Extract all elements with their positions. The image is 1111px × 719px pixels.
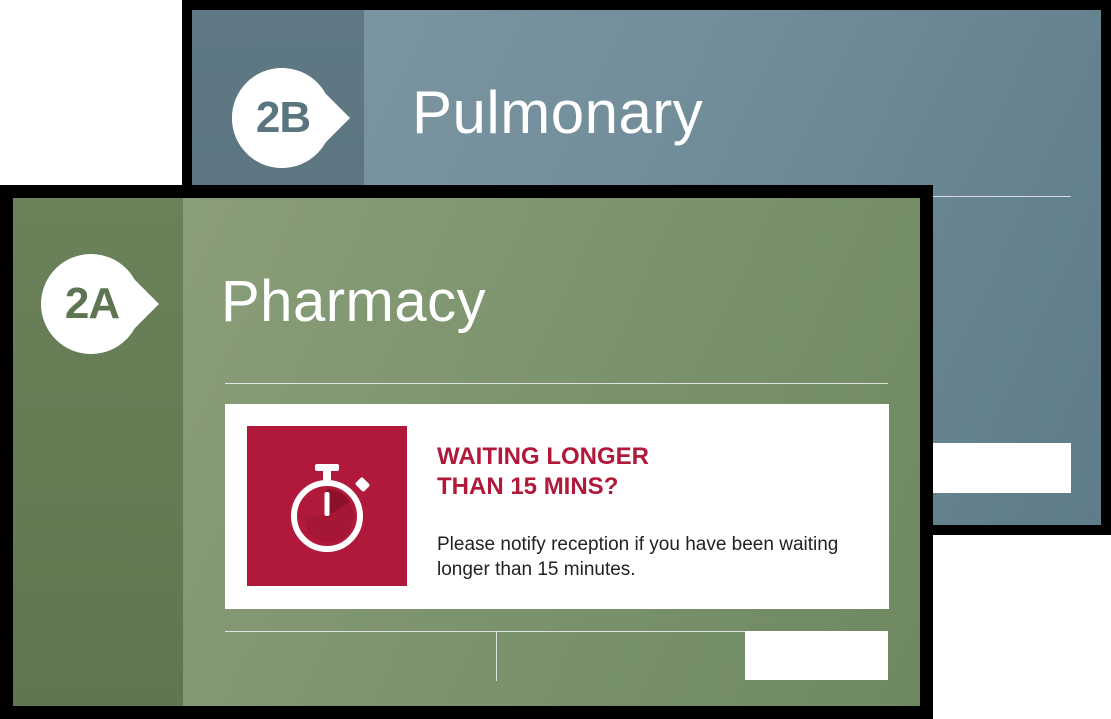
pharmacy-screen-face: 2A Pharmacy WAITING LONGER THAN 15 MINS?… [13,198,920,706]
pharmacy-title: Pharmacy [221,269,487,334]
notice-headline-line1: WAITING LONGER [437,443,649,470]
pharmacy-column-divider [496,631,497,681]
pharmacy-info-slot [745,631,888,680]
pharmacy-badge: 2A [41,254,171,354]
stopwatch-icon [291,464,370,552]
pulmonary-badge-label: 2B [255,93,311,142]
pharmacy-badge-label: 2A [64,279,120,328]
notice-headline-line2: THAN 15 MINS? [437,473,619,500]
pharmacy-top-divider [225,383,888,384]
notice-body: Please notify reception if you have been… [437,534,839,580]
wait-time-notice: WAITING LONGER THAN 15 MINS? Please noti… [225,404,889,609]
stopwatch-icon-box [247,426,407,586]
notice-headline: WAITING LONGER THAN 15 MINS? [437,442,857,502]
pulmonary-badge: 2B [232,68,362,168]
pulmonary-title: Pulmonary [412,79,704,146]
pharmacy-display: 2A Pharmacy WAITING LONGER THAN 15 MINS?… [0,185,933,719]
